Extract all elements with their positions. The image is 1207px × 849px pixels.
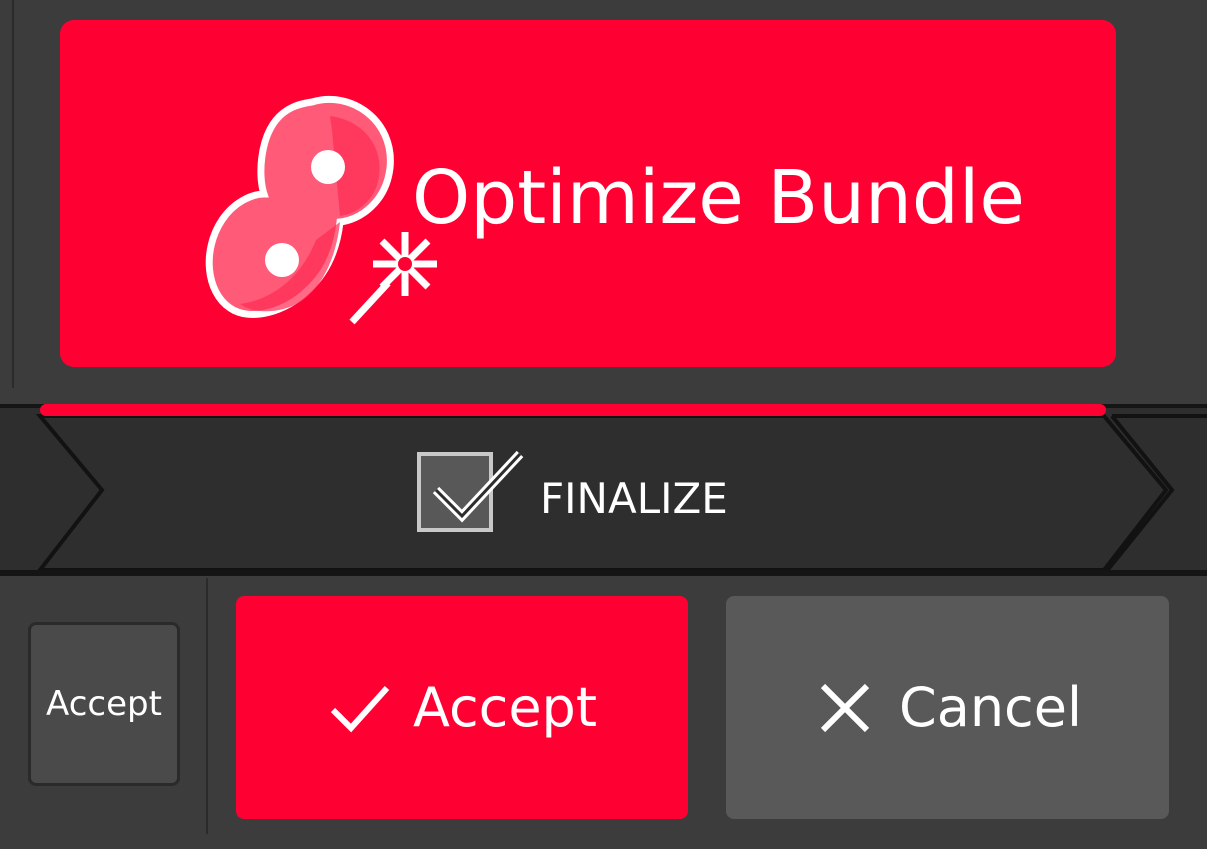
cancel-button[interactable]: Cancel (726, 596, 1169, 819)
divider-vertical (206, 578, 208, 834)
page: Optimize Bundle FINALIZE Accept Accept C… (0, 0, 1207, 849)
divider-vertical (12, 0, 14, 388)
checkbox-checked-icon[interactable] (416, 448, 528, 538)
close-icon (820, 683, 870, 732)
step-label-finalize: FINALIZE (540, 474, 728, 523)
optimize-bundle-button[interactable]: Optimize Bundle (60, 20, 1116, 367)
step-active-indicator (40, 404, 1106, 416)
accept-button[interactable]: Accept (236, 596, 688, 819)
accept-label: Accept (412, 676, 598, 739)
cancel-label: Cancel (899, 676, 1082, 739)
optimize-bundle-label: Optimize Bundle (412, 155, 1025, 241)
checkmark-icon (330, 685, 390, 732)
small-accept-button[interactable]: Accept (28, 622, 180, 786)
